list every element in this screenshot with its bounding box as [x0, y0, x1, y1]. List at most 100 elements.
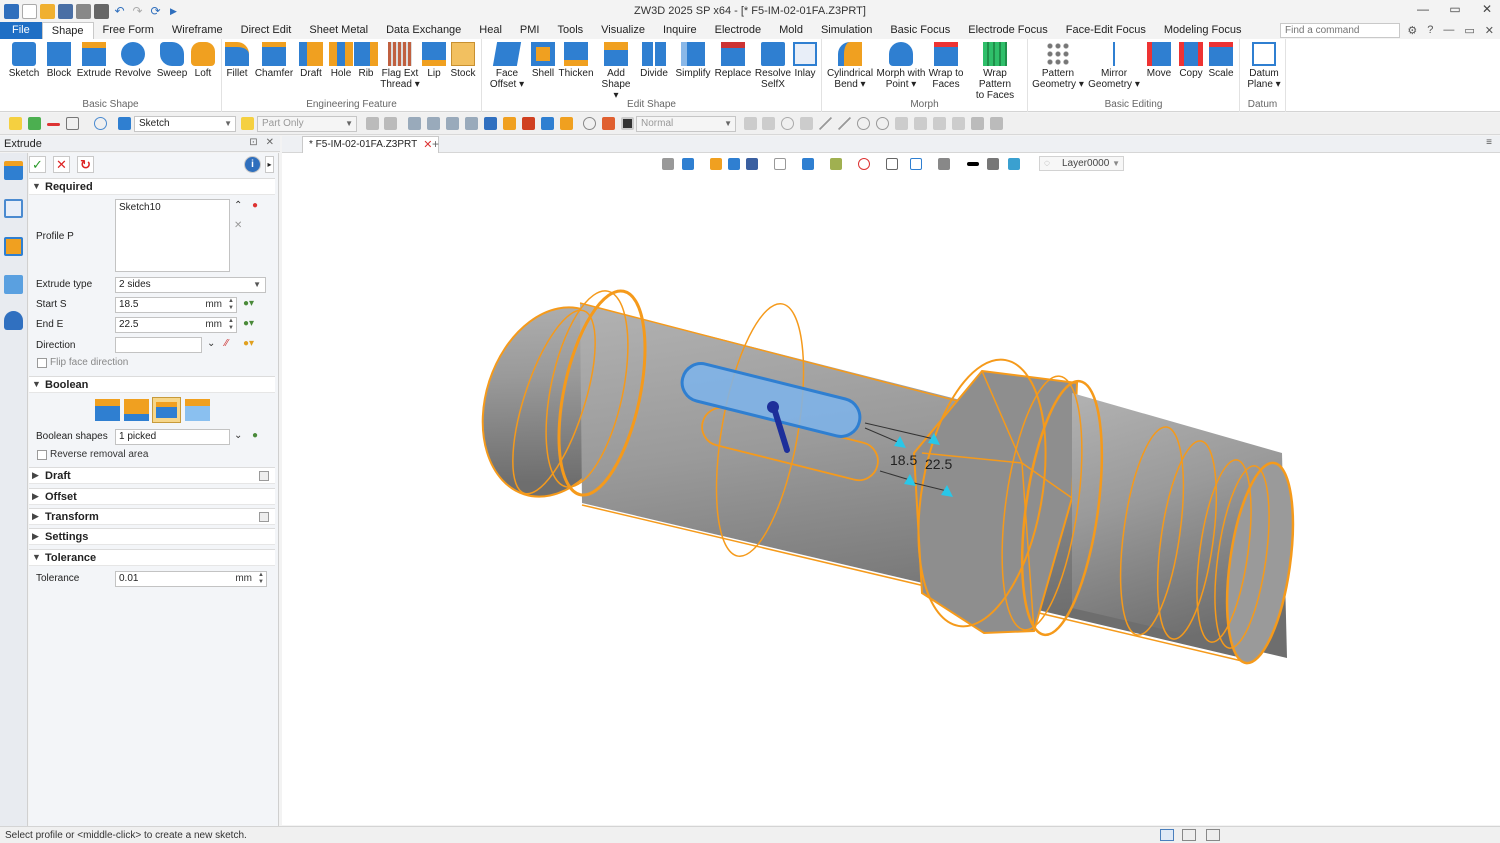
view-manager-icon[interactable] [4, 275, 23, 294]
align2-icon[interactable] [427, 117, 440, 130]
panel-close-icon[interactable]: ✕ [266, 137, 274, 148]
wrap-to-faces-button[interactable]: Wrap to Faces [926, 42, 966, 90]
layer-combo[interactable]: ◌ Layer0000 ▼ [1039, 156, 1124, 171]
align3-icon[interactable] [446, 117, 459, 130]
menu-mold[interactable]: Mold [770, 22, 812, 39]
boolean-base-icon[interactable] [95, 399, 120, 421]
print-preview-icon[interactable] [94, 3, 109, 19]
circle-icon[interactable] [857, 117, 870, 130]
cursor-icon[interactable] [484, 117, 497, 130]
tool-c-icon[interactable] [781, 117, 794, 130]
menu-free-form[interactable]: Free Form [94, 22, 163, 39]
scale-button[interactable]: Scale [1206, 42, 1236, 79]
fillet-button[interactable]: Fillet [222, 42, 252, 79]
divide-button[interactable]: Divide [636, 42, 672, 79]
section-offset[interactable]: ▶ Offset [29, 488, 275, 505]
status-grid-icon[interactable] [1160, 829, 1174, 841]
open-folder-icon[interactable] [40, 3, 55, 19]
menu-simulation[interactable]: Simulation [812, 22, 881, 39]
tool-f-icon[interactable] [990, 117, 1003, 130]
revolve-button[interactable]: Revolve [113, 42, 153, 79]
doc-minimize-button[interactable]: — [1443, 24, 1454, 37]
view-layer-icon[interactable] [938, 158, 950, 170]
tool-a-icon[interactable] [744, 117, 757, 130]
view-display-icon[interactable] [802, 158, 814, 170]
stop-icon[interactable] [621, 117, 634, 130]
mirror-geometry-button[interactable]: Mirror Geometry ▾ [1086, 42, 1142, 90]
line2-icon[interactable] [838, 117, 851, 130]
status-monitor-icon[interactable] [1182, 829, 1196, 841]
tab-menu-icon[interactable]: ≡ [1486, 137, 1492, 148]
reverse-removal-checkbox[interactable] [37, 450, 47, 460]
direction-vector-icon[interactable]: ⁄⁄ [225, 338, 228, 349]
trim-icon[interactable] [952, 117, 965, 130]
end-input[interactable]: 22.5 mm ▲ ▼ [115, 317, 237, 333]
tool-d-icon[interactable] [800, 117, 813, 130]
line-icon[interactable] [819, 117, 832, 130]
dimension-start-label[interactable]: 18.5 [890, 452, 917, 468]
menu-basic-focus[interactable]: Basic Focus [881, 22, 959, 39]
view-target-icon[interactable] [858, 158, 870, 170]
filter-box-icon[interactable] [66, 117, 79, 130]
morph-with-point-button[interactable]: Morph with Point ▾ [876, 42, 926, 90]
view-frame-icon[interactable] [886, 158, 898, 170]
direction-expand-icon[interactable]: ⌄ [207, 338, 215, 349]
move-button[interactable]: Move [1144, 42, 1174, 79]
direction-input[interactable] [115, 337, 202, 353]
view-line-icon[interactable] [967, 162, 979, 166]
draft-option-icon[interactable] [259, 471, 269, 481]
shaft-model[interactable] [459, 283, 1303, 667]
sketch-button[interactable]: Sketch [6, 42, 42, 79]
panel-pin-icon[interactable]: ⊡ [249, 137, 257, 148]
settings-gear-icon[interactable]: ⚙ [1407, 24, 1417, 37]
flag-ext-thread-button[interactable]: Flag Ext Thread ▾ [380, 42, 420, 90]
history-icon[interactable] [583, 117, 596, 130]
stock-button[interactable]: Stock [448, 42, 478, 79]
boolean-shapes-input[interactable]: 1 picked [115, 429, 230, 445]
remove-filter-icon[interactable] [47, 123, 60, 126]
layer-icon[interactable] [522, 117, 535, 130]
new-file-icon[interactable] [22, 3, 37, 19]
tool-e-icon[interactable] [971, 117, 984, 130]
face-offset-button[interactable]: Face Offset ▾ [486, 42, 528, 90]
copy-button[interactable]: Copy [1176, 42, 1206, 79]
chamfer-button[interactable]: Chamfer [254, 42, 294, 79]
align4-icon[interactable] [465, 117, 478, 130]
menu-direct-edit[interactable]: Direct Edit [232, 22, 301, 39]
scope-combo[interactable]: Part Only ▼ [257, 116, 357, 132]
expand-panel-icon[interactable]: ▸ [265, 156, 274, 173]
restore-button[interactable]: ▭ [1448, 2, 1462, 16]
direction-pick-icon[interactable]: ●▾ [243, 338, 254, 349]
pattern-geometry-button[interactable]: Pattern Geometry ▾ [1030, 42, 1086, 90]
align-icon[interactable] [408, 117, 421, 130]
menu-data-exchange[interactable]: Data Exchange [377, 22, 470, 39]
ok-button[interactable]: ✓ [29, 156, 46, 173]
view-color-icon[interactable] [987, 158, 999, 170]
transform-option-icon[interactable] [259, 512, 269, 522]
sweep-button[interactable]: Sweep [155, 42, 189, 79]
inlay-button[interactable]: Inlay [790, 42, 820, 79]
menu-modeling-focus[interactable]: Modeling Focus [1155, 22, 1251, 39]
view-back-icon[interactable] [662, 158, 674, 170]
pick-arrow-icon[interactable] [9, 117, 22, 130]
section-boolean[interactable]: ▼ Boolean [29, 376, 275, 393]
angle-icon[interactable] [914, 117, 927, 130]
boolean-expand-icon[interactable]: ⌄ [234, 430, 242, 441]
menu-wireframe[interactable]: Wireframe [163, 22, 232, 39]
circle2-icon[interactable] [876, 117, 889, 130]
status-window-icon[interactable] [1206, 829, 1220, 841]
profile-collapse-icon[interactable]: ⌃ [234, 200, 242, 211]
thicken-button[interactable]: Thicken [558, 42, 594, 79]
section-required[interactable]: ▼ Required [29, 178, 275, 195]
extrude-type-select[interactable]: 2 sides ▼ [115, 277, 266, 293]
add-filter-icon[interactable] [28, 117, 41, 130]
view-icon[interactable] [541, 117, 554, 130]
close-button[interactable]: ✕ [1480, 2, 1494, 16]
info-icon[interactable]: i [244, 156, 261, 173]
view-orient-icon[interactable] [682, 158, 694, 170]
menu-inquire[interactable]: Inquire [654, 22, 706, 39]
add-shape-button[interactable]: Add Shape ▾ [598, 42, 634, 101]
new-tab-icon[interactable]: + [432, 137, 439, 151]
view-cube-icon[interactable] [728, 158, 740, 170]
style-combo[interactable]: Normal ▼ [636, 116, 736, 132]
